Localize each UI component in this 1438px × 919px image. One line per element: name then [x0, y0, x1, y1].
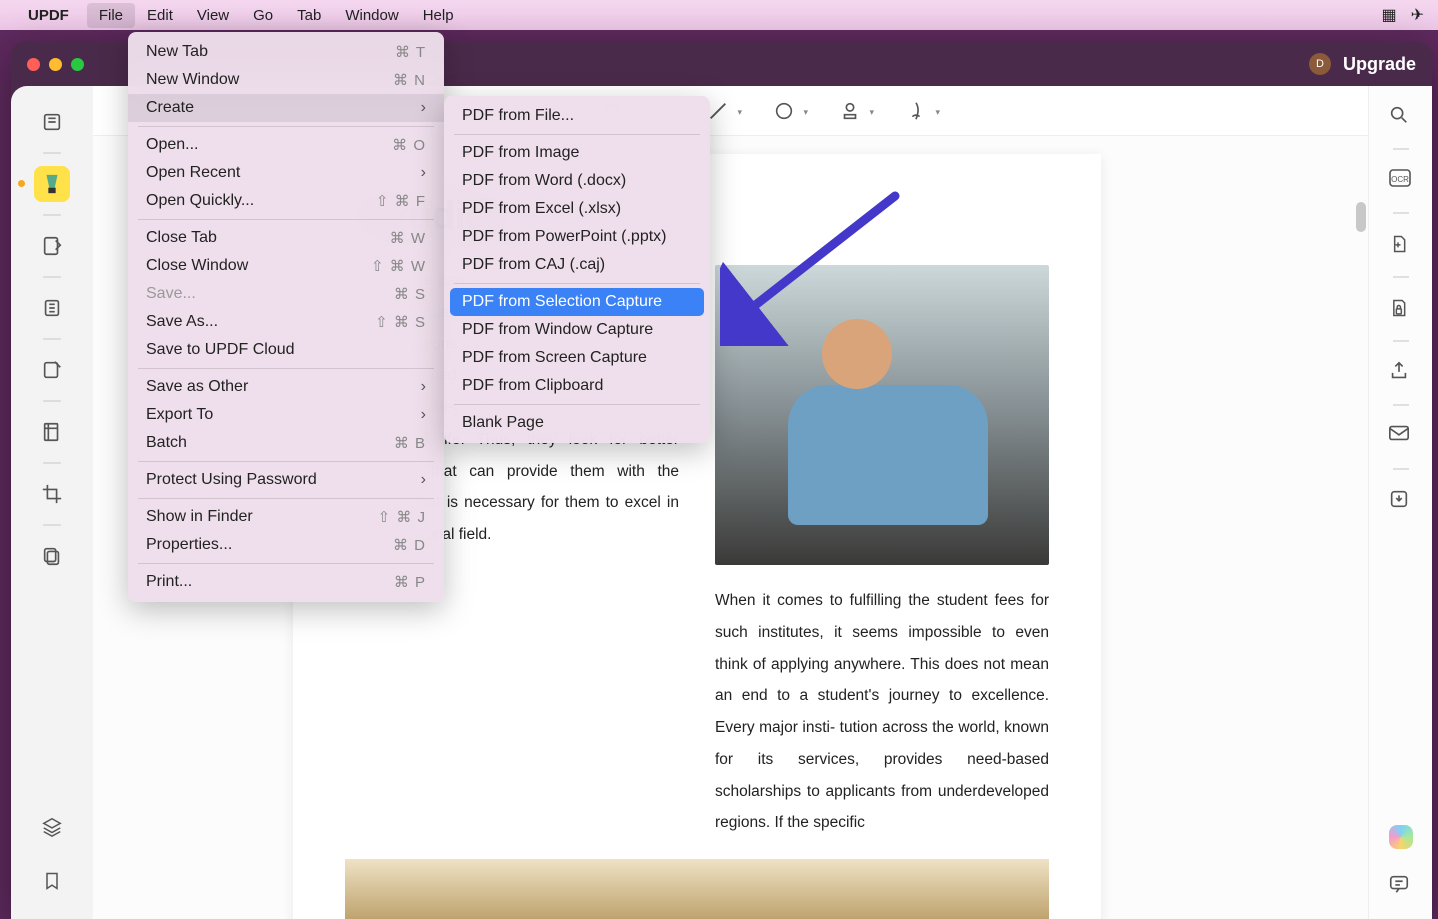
menu-new-tab[interactable]: New Tab⌘ T [128, 38, 444, 66]
comment-icon[interactable] [1388, 873, 1414, 899]
menu-save: Save...⌘ S [128, 280, 444, 308]
shape-icon[interactable]: ▾ [771, 98, 797, 124]
create-from-excel[interactable]: PDF from Excel (.xlsx) [444, 195, 710, 223]
caret-icon: ▾ [869, 107, 874, 118]
highlighter-tool[interactable] [34, 166, 70, 202]
menu-batch[interactable]: Batch⌘ B [128, 429, 444, 457]
mail-icon[interactable] [1388, 424, 1414, 450]
form-tool[interactable] [34, 352, 70, 388]
submenu-arrow-icon: › [421, 378, 426, 396]
active-indicator-icon [18, 180, 25, 187]
close-window-button[interactable] [27, 58, 40, 71]
menu-tab[interactable]: Tab [285, 3, 333, 28]
mac-menubar: UPDF File Edit View Go Tab Window Help ▦… [0, 0, 1438, 30]
left-sidebar [11, 86, 93, 919]
svg-text:OCR: OCR [1391, 175, 1409, 184]
minimize-window-button[interactable] [49, 58, 62, 71]
menu-new-window[interactable]: New Window⌘ N [128, 66, 444, 94]
menu-close-window[interactable]: Close Window⇧ ⌘ W [128, 252, 444, 280]
share-icon[interactable] [1388, 360, 1414, 386]
menu-create[interactable]: Create› [128, 94, 444, 122]
menu-print[interactable]: Print...⌘ P [128, 568, 444, 596]
caret-icon: ▾ [803, 107, 808, 118]
edit-tool[interactable] [34, 228, 70, 264]
create-from-file[interactable]: PDF from File... [444, 102, 710, 130]
file-menu: New Tab⌘ T New Window⌘ N Create› Open...… [128, 32, 444, 602]
create-from-caj[interactable]: PDF from CAJ (.caj) [444, 251, 710, 279]
create-from-ppt[interactable]: PDF from PowerPoint (.pptx) [444, 223, 710, 251]
organize-tool[interactable] [34, 290, 70, 326]
ai-assistant-icon[interactable] [1389, 825, 1413, 849]
signature-icon[interactable]: ▾ [903, 98, 929, 124]
menu-open-quickly[interactable]: Open Quickly...⇧ ⌘ F [128, 187, 444, 215]
submenu-arrow-icon: › [421, 99, 426, 117]
menu-open[interactable]: Open...⌘ O [128, 131, 444, 159]
menu-export-to[interactable]: Export To› [128, 401, 444, 429]
create-from-screen-capture[interactable]: PDF from Screen Capture [444, 344, 710, 372]
search-icon[interactable] [1388, 104, 1414, 130]
submenu-arrow-icon: › [421, 406, 426, 424]
pages-tool[interactable] [34, 538, 70, 574]
menu-properties[interactable]: Properties...⌘ D [128, 531, 444, 559]
menu-edit[interactable]: Edit [135, 3, 185, 28]
compare-tool[interactable] [34, 414, 70, 450]
menu-help[interactable]: Help [411, 3, 466, 28]
menu-view[interactable]: View [185, 3, 241, 28]
submenu-arrow-icon: › [421, 164, 426, 182]
app-name[interactable]: UPDF [28, 7, 69, 24]
menu-close-tab[interactable]: Close Tab⌘ W [128, 224, 444, 252]
crop-tool[interactable] [34, 476, 70, 512]
tray-icon-1[interactable]: ▦ [1381, 5, 1396, 25]
tray-icon-2[interactable]: ✈ [1411, 5, 1424, 25]
bookmark-icon[interactable] [34, 863, 70, 899]
menu-show-finder[interactable]: Show in Finder⇧ ⌘ J [128, 503, 444, 531]
create-from-word[interactable]: PDF from Word (.docx) [444, 167, 710, 195]
create-from-clipboard[interactable]: PDF from Clipboard [444, 372, 710, 400]
convert-icon[interactable] [1388, 232, 1414, 258]
menu-go[interactable]: Go [241, 3, 285, 28]
lock-icon[interactable] [1388, 296, 1414, 322]
right-col-text: When it comes to fulfilling the student … [715, 592, 1049, 831]
scrollbar-thumb[interactable] [1356, 202, 1366, 232]
traffic-lights [27, 58, 84, 71]
right-sidebar: OCR [1368, 86, 1432, 919]
maximize-window-button[interactable] [71, 58, 84, 71]
menu-save-other[interactable]: Save as Other› [128, 373, 444, 401]
ocr-icon[interactable]: OCR [1388, 168, 1414, 194]
caret-icon: ▾ [737, 107, 742, 118]
create-from-window-capture[interactable]: PDF from Window Capture [444, 316, 710, 344]
document-photo [715, 265, 1049, 565]
save-icon[interactable] [1388, 488, 1414, 514]
reader-tool[interactable] [34, 104, 70, 140]
menu-protect[interactable]: Protect Using Password› [128, 466, 444, 494]
menubar-tray: ▦ ✈ [1381, 5, 1424, 25]
menu-save-cloud[interactable]: Save to UPDF Cloud [128, 336, 444, 364]
create-blank-page[interactable]: Blank Page [444, 409, 710, 437]
stamp-icon[interactable]: ▾ [837, 98, 863, 124]
submenu-arrow-icon: › [421, 471, 426, 489]
menu-file[interactable]: File [87, 3, 135, 28]
caret-icon: ▾ [935, 107, 940, 118]
avatar[interactable]: D [1309, 53, 1331, 75]
upgrade-button[interactable]: Upgrade [1343, 54, 1416, 75]
menu-open-recent[interactable]: Open Recent› [128, 159, 444, 187]
menu-save-as[interactable]: Save As...⇧ ⌘ S [128, 308, 444, 336]
create-submenu: PDF from File... PDF from Image PDF from… [444, 96, 710, 443]
create-from-selection-capture[interactable]: PDF from Selection Capture [450, 288, 704, 316]
menu-window[interactable]: Window [333, 3, 410, 28]
create-from-image[interactable]: PDF from Image [444, 139, 710, 167]
layers-icon[interactable] [34, 809, 70, 845]
document-photo-2 [345, 859, 1049, 919]
document-right-column: When it comes to fulfilling the student … [715, 265, 1049, 839]
